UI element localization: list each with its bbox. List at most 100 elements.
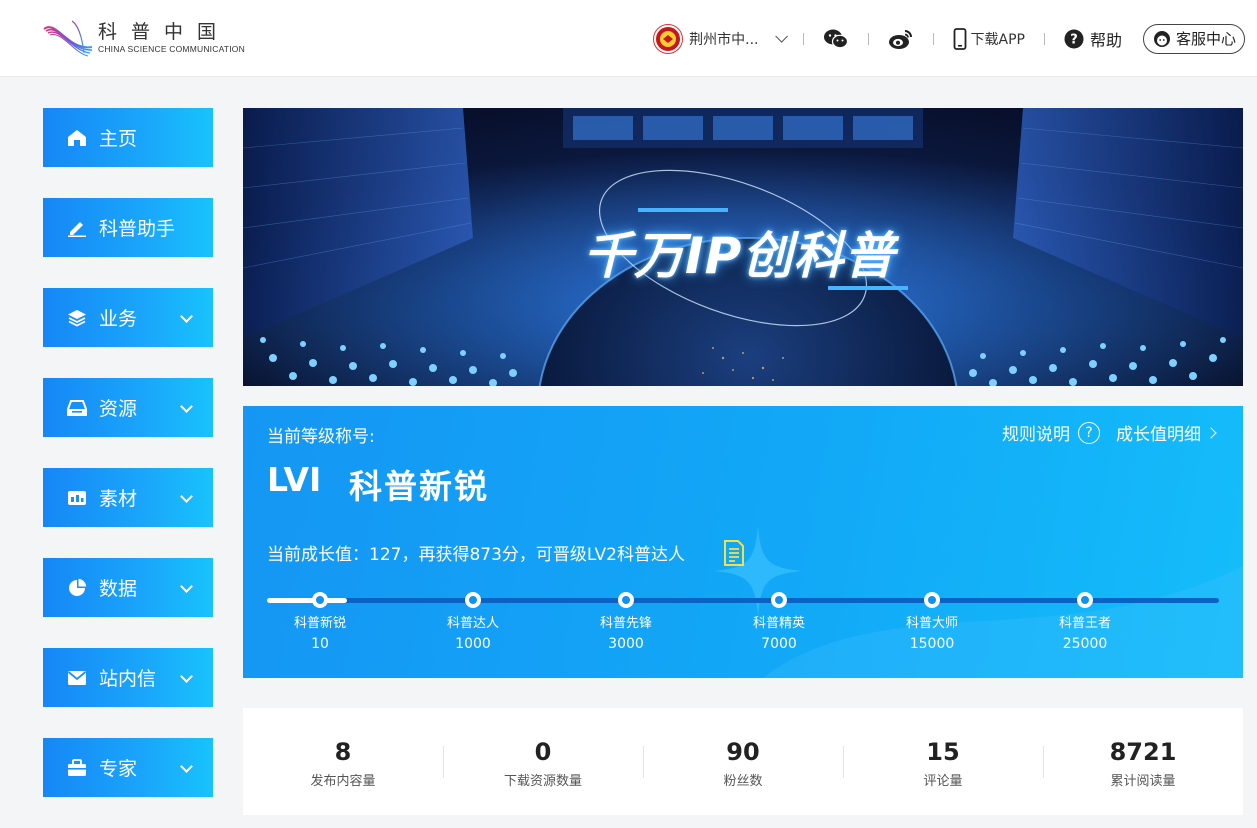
stat-value: 90 [726, 738, 760, 766]
chevron-down-icon [180, 760, 193, 773]
stat-label: 累计阅读量 [1110, 774, 1176, 789]
level-stage-value: 1000 [455, 636, 491, 652]
stat-comments[interactable]: 15 评论量 [843, 708, 1043, 815]
logo-title-en: CHINA SCIENCE COMMUNICATION [98, 43, 245, 54]
level-stage-value: 7000 [761, 636, 797, 652]
level-stage-node [618, 592, 634, 608]
top-header: 科普中国 CHINA SCIENCE COMMUNICATION 荆州市中... [0, 0, 1257, 77]
sidebar-item-materials[interactable]: 素材 [43, 468, 213, 527]
stat-label: 粉丝数 [723, 774, 763, 789]
chevron-right-icon [1205, 426, 1217, 439]
weibo-button[interactable] [888, 28, 914, 50]
level-stage-node [312, 592, 328, 608]
level-stage-label: 科普先锋 [599, 616, 652, 631]
sidebar-item-label: 数据 [99, 578, 138, 600]
stat-downloads[interactable]: 0 下载资源数量 [443, 708, 643, 815]
customer-service-label: 客服中心 [1175, 30, 1236, 48]
stat-label: 发布内容量 [310, 774, 376, 789]
download-app-label: 下载APP [970, 31, 1025, 48]
stat-value: 8 [334, 738, 352, 766]
level-progress-fill [267, 598, 347, 603]
customer-service-button[interactable]: 客服中心 [1142, 23, 1245, 54]
organization-emblem-icon [653, 23, 684, 54]
level-tier: LVI [267, 460, 322, 499]
chevron-down-icon [180, 400, 193, 413]
sidebar-item-label: 站内信 [99, 668, 157, 690]
weibo-icon [888, 29, 912, 49]
level-stage-value: 15000 [909, 636, 955, 652]
document-icon[interactable] [723, 540, 745, 566]
wechat-button[interactable] [823, 28, 849, 50]
download-app-button[interactable]: 下载APP [953, 27, 1025, 50]
stat-published[interactable]: 8 发布内容量 [243, 708, 443, 815]
question-circle-icon[interactable]: ? [1078, 421, 1100, 444]
pie-chart-icon [67, 578, 87, 598]
kepu-china-logo[interactable]: 科普中国 CHINA SCIENCE COMMUNICATION [42, 16, 245, 58]
level-stage-label: 科普达人 [446, 616, 499, 631]
sidebar-item-home[interactable]: 主页 [43, 108, 213, 167]
sidebar-item-label: 素材 [99, 488, 138, 510]
divider [932, 32, 934, 45]
wechat-icon [823, 29, 848, 48]
sidebar-item-messages[interactable]: 站内信 [43, 648, 213, 707]
level-stage-value: 3000 [608, 636, 644, 652]
sidebar-item-label: 专家 [99, 758, 138, 780]
mail-icon [67, 668, 87, 688]
level-stage-label: 科普新锐 [293, 616, 346, 631]
sidebar-item-label: 科普助手 [99, 218, 176, 240]
stat-fans[interactable]: 90 粉丝数 [643, 708, 843, 815]
mobile-phone-icon [953, 27, 966, 50]
wave-decoration [763, 566, 1243, 678]
drive-icon [67, 398, 87, 418]
home-icon [67, 128, 87, 148]
level-card: 当前等级称号: 规则说明 ? 成长值明细 LVI 科普新锐 当前成长值：127，… [243, 406, 1243, 678]
pen-icon [67, 218, 87, 238]
svg-text:?: ? [1070, 32, 1078, 47]
banner-title: 千万IP创科普 [583, 227, 896, 285]
chevron-down-icon [180, 310, 193, 323]
stat-value: 0 [534, 738, 552, 766]
promo-banner[interactable]: 千万IP创科普 [243, 108, 1243, 386]
help-label: 帮助 [1089, 30, 1122, 50]
divider [802, 32, 804, 45]
level-title: 科普新锐 [349, 467, 489, 506]
level-stage-node [465, 592, 481, 608]
sidebar-item-label: 业务 [99, 308, 138, 330]
sidebar-item-assistant[interactable]: 科普助手 [43, 198, 213, 257]
sidebar-item-label: 主页 [99, 128, 138, 150]
level-stage-node [924, 592, 940, 608]
customer-service-avatar-icon [1153, 30, 1170, 47]
expert-icon [67, 758, 87, 778]
level-stage-label: 科普大师 [905, 616, 958, 631]
level-stage-value: 10 [311, 636, 329, 652]
media-icon [67, 488, 87, 508]
stat-value: 8721 [1109, 738, 1177, 766]
layers-icon [67, 308, 87, 328]
sidebar-item-resources[interactable]: 资源 [43, 378, 213, 437]
sidebar-item-data[interactable]: 数据 [43, 558, 213, 617]
chevron-down-icon [180, 490, 193, 503]
help-button[interactable]: ? 帮助 [1064, 27, 1122, 51]
rules-link[interactable]: 规则说明 [1002, 420, 1070, 445]
stat-label: 下载资源数量 [503, 774, 582, 789]
stat-label: 评论量 [923, 774, 963, 789]
growth-value-text: 当前成长值：127，再获得873分，可晋级LV2科普达人 [267, 545, 685, 565]
chevron-down-icon [180, 580, 193, 593]
stat-value: 15 [926, 738, 960, 766]
organization-selector[interactable]: 荆州市中... [653, 19, 788, 59]
level-stage-node [1077, 592, 1093, 608]
stats-panel: 8 发布内容量 0 下载资源数量 90 粉丝数 15 评论量 8721 累计阅读… [243, 708, 1243, 815]
level-stage-label: 科普王者 [1058, 616, 1111, 631]
sidebar-item-business[interactable]: 业务 [43, 288, 213, 347]
chevron-down-icon [774, 30, 788, 43]
divider [867, 32, 869, 45]
sidebar-item-label: 资源 [99, 398, 138, 420]
help-circle-icon: ? [1064, 29, 1084, 48]
stat-reads[interactable]: 8721 累计阅读量 [1043, 708, 1243, 815]
chevron-down-icon [180, 670, 193, 683]
level-stage-label: 科普精英 [752, 616, 805, 631]
organization-name: 荆州市中... [689, 31, 759, 48]
sidebar-item-experts[interactable]: 专家 [43, 738, 213, 797]
growth-detail-link[interactable]: 成长值明细 [1116, 420, 1201, 445]
